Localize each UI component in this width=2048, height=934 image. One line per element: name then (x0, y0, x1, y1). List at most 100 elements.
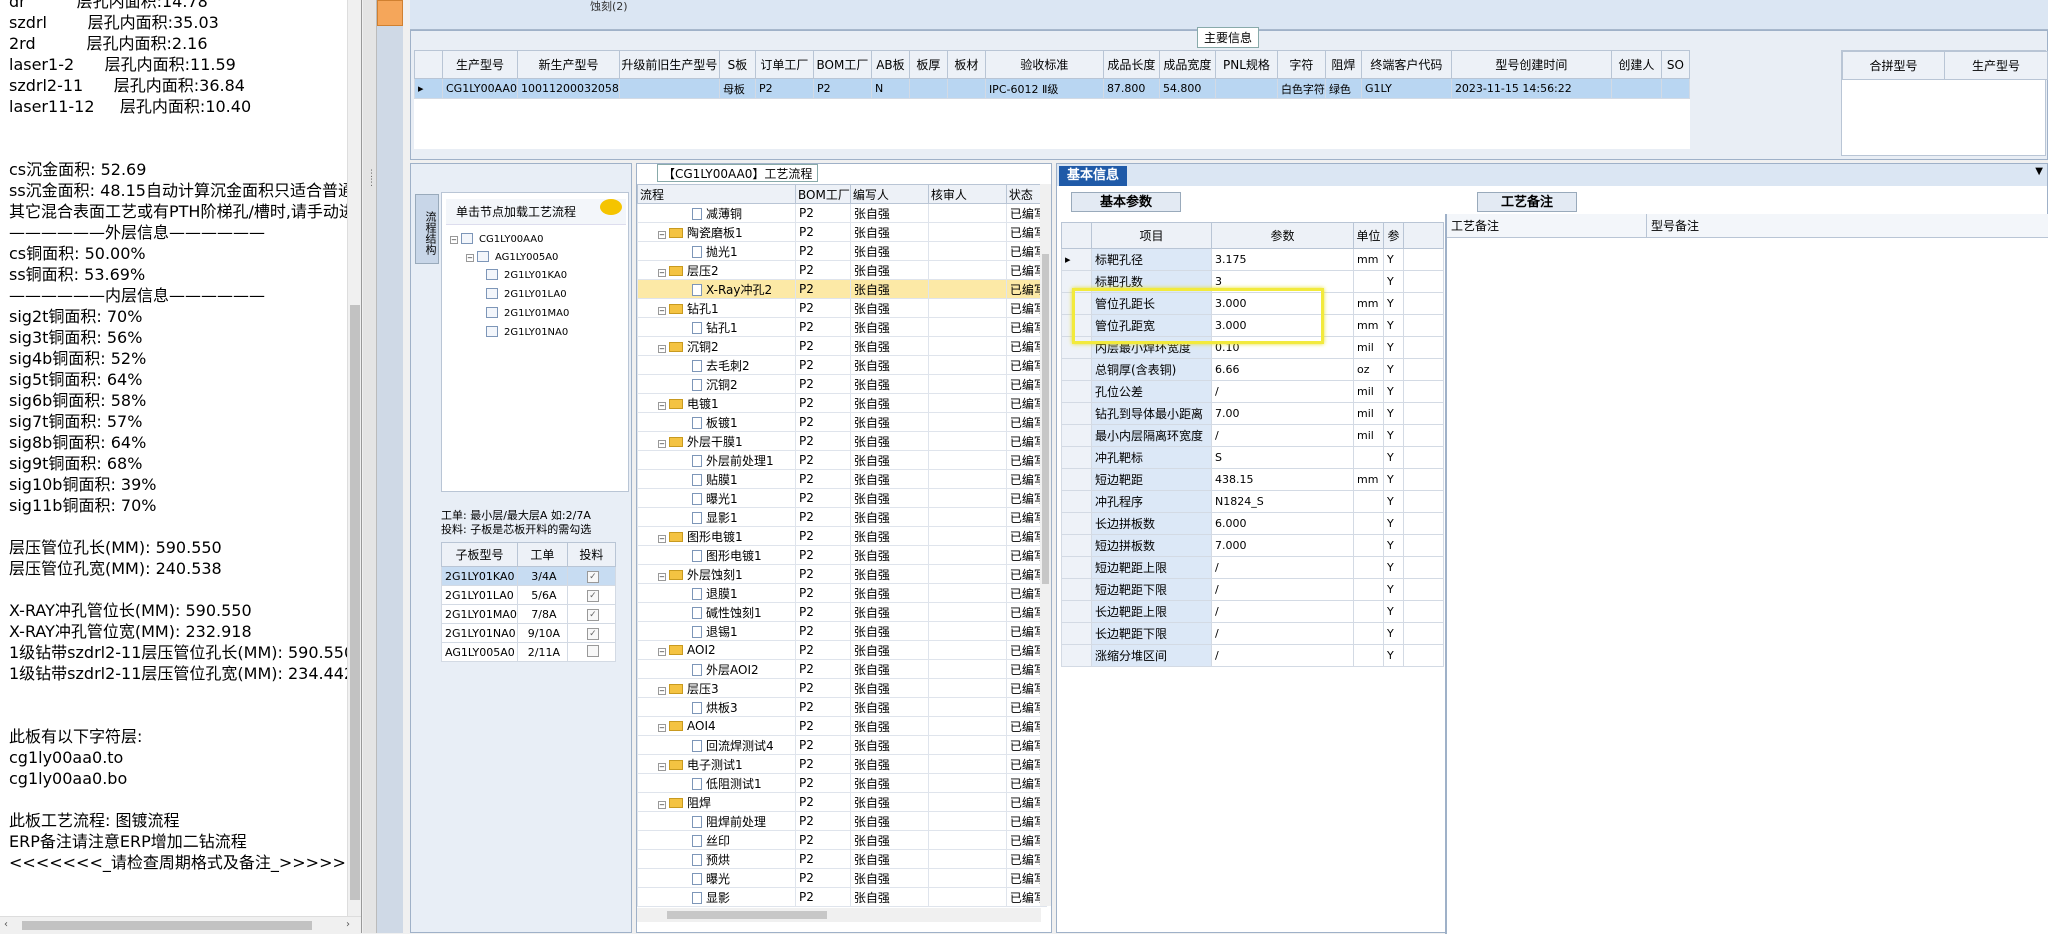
param-unit-cell[interactable] (1353, 556, 1384, 579)
process-step-cell[interactable]: − 阻焊 (637, 792, 796, 812)
table-row[interactable]: 预烘 P2 张自强 已编写 (637, 849, 1047, 869)
table-row[interactable]: X-Ray冲孔2 P2 张自强 已编写 (637, 279, 1047, 299)
row-indicator[interactable]: ▸ (1061, 248, 1092, 271)
structure-tree[interactable]: 单击节点加载工艺流程 − CG1LY00AA0 − AG1LY005A0 2G1LY… (441, 192, 629, 492)
param-item-cell[interactable]: 短边拼板数 (1091, 534, 1212, 557)
main-info-grid[interactable]: 生产型号 新生产型号 升级前旧生产型号 S板 订单工厂 BOM工厂 AB板 板厚 板材 验收标准成… (414, 50, 1690, 149)
bom-cell[interactable]: P2 (795, 222, 851, 242)
left-vertical-scrollbar[interactable] (347, 0, 361, 916)
author-cell[interactable]: 张自强 (849, 222, 929, 242)
param-unit-cell[interactable] (1353, 622, 1384, 645)
reviewer-cell[interactable] (927, 887, 1007, 907)
author-cell[interactable]: 张自强 (849, 431, 929, 451)
feed-checkbox-cell[interactable]: ✓ (566, 566, 616, 586)
process-flow-grid[interactable]: 流程 BOM工厂 编写人 核审人 状态 减薄铜 P2 张自强 已编写 − 陶瓷磨板1 P2 张自强 已编… (637, 184, 1047, 907)
main-col-header[interactable]: 型号创建时间 (1450, 50, 1612, 79)
param-item-cell[interactable]: 钻孔到导体最小距离 (1091, 402, 1212, 425)
col-process-note[interactable]: 工艺备注 (1447, 214, 1647, 238)
param-flag-cell[interactable]: Y (1383, 490, 1404, 513)
top-tab-label[interactable]: 蚀刻(2) (590, 0, 628, 14)
sub-order-cell[interactable]: 5/6A (516, 585, 568, 605)
reviewer-cell[interactable] (927, 773, 1007, 793)
bom-cell[interactable]: P2 (795, 431, 851, 451)
param-value-cell[interactable]: 438.15 (1211, 468, 1354, 491)
collapse-icon[interactable]: − (658, 230, 666, 239)
param-item-cell[interactable]: 长边拼板数 (1091, 512, 1212, 535)
table-row[interactable]: 外层前处理1 P2 张自强 已编写 (637, 450, 1047, 470)
sub-col-header[interactable]: 投料 (566, 542, 616, 567)
param-item-cell[interactable]: 标靶孔径 (1091, 248, 1212, 271)
process-step-cell[interactable]: − 陶瓷磨板1 (637, 222, 796, 242)
bom-cell[interactable]: P2 (795, 868, 851, 888)
process-step-cell[interactable]: − 外层蚀刻1 (637, 564, 796, 584)
main-cell[interactable]: 白色字符 (1276, 78, 1326, 99)
reviewer-cell[interactable] (927, 849, 1007, 869)
table-row[interactable]: 最小内层隔离环宽度 / mil Y (1061, 424, 1444, 447)
bom-cell[interactable]: P2 (795, 469, 851, 489)
table-row[interactable]: 退锡1 P2 张自强 已编写 (637, 621, 1047, 641)
row-indicator[interactable] (1061, 644, 1092, 667)
author-cell[interactable]: 张自强 (849, 811, 929, 831)
param-item-cell[interactable]: 长边靶距上限 (1091, 600, 1212, 623)
process-step-cell[interactable]: 预烘 (637, 849, 796, 869)
collapse-icon[interactable]: − (658, 534, 666, 543)
main-cell[interactable]: N (870, 78, 910, 99)
reviewer-cell[interactable] (927, 678, 1007, 698)
process-step-cell[interactable]: − 钻孔1 (637, 298, 796, 318)
author-cell[interactable]: 张自强 (849, 583, 929, 603)
param-col-header[interactable]: 参数 (1211, 222, 1354, 249)
table-row[interactable]: 烘板3 P2 张自强 已编写 (637, 697, 1047, 717)
process-step-cell[interactable]: 图形电镀1 (637, 545, 796, 565)
feed-checkbox-cell[interactable]: ✓ (566, 604, 616, 624)
author-cell[interactable]: 张自强 (849, 374, 929, 394)
param-col-header[interactable]: 项目 (1091, 222, 1212, 249)
param-flag-cell[interactable]: Y (1383, 248, 1404, 271)
table-row[interactable]: − 钻孔1 P2 张自强 已编写 (637, 298, 1047, 318)
reviewer-cell[interactable] (927, 374, 1007, 394)
tree-node-root[interactable]: − CG1LY00AA0 (450, 233, 544, 247)
param-unit-cell[interactable]: mil (1353, 402, 1384, 425)
bom-cell[interactable]: P2 (795, 583, 851, 603)
param-value-cell[interactable]: / (1211, 424, 1354, 447)
process-step-cell[interactable]: − 外层干膜1 (637, 431, 796, 451)
param-unit-cell[interactable] (1353, 446, 1384, 469)
main-col-header[interactable]: PNL规格 (1214, 50, 1278, 79)
structure-side-tab[interactable]: 流程结构 (415, 194, 439, 264)
process-step-cell[interactable]: 板镀1 (637, 412, 796, 432)
param-flag-cell[interactable]: Y (1383, 644, 1404, 667)
param-unit-cell[interactable]: mm (1353, 314, 1384, 337)
reviewer-cell[interactable] (927, 317, 1007, 337)
process-step-cell[interactable]: 曝光 (637, 868, 796, 888)
author-cell[interactable]: 张自强 (849, 393, 929, 413)
process-col-header[interactable]: 编写人 (849, 184, 929, 204)
author-cell[interactable]: 张自强 (849, 773, 929, 793)
main-cell[interactable]: 54.800 (1158, 78, 1216, 99)
process-step-cell[interactable]: 去毛刺2 (637, 355, 796, 375)
table-row[interactable]: 去毛刺2 P2 张自强 已编写 (637, 355, 1047, 375)
param-item-cell[interactable]: 孔位公差 (1091, 380, 1212, 403)
bom-cell[interactable]: P2 (795, 621, 851, 641)
author-cell[interactable]: 张自强 (849, 792, 929, 812)
collapse-icon[interactable]: − (658, 268, 666, 277)
sub-col-header[interactable]: 子板型号 (441, 542, 518, 567)
author-cell[interactable]: 张自强 (849, 621, 929, 641)
param-unit-cell[interactable] (1353, 578, 1384, 601)
main-cell[interactable]: CG1LY00AA0 (442, 78, 518, 99)
collapse-icon[interactable]: − (658, 724, 666, 732)
reviewer-cell[interactable] (927, 488, 1007, 508)
param-item-cell[interactable]: 最小内层隔离环宽度 (1091, 424, 1212, 447)
bom-cell[interactable]: P2 (795, 507, 851, 527)
main-col-header[interactable]: SO (1660, 50, 1690, 79)
row-indicator[interactable] (1061, 468, 1092, 491)
row-indicator[interactable] (1061, 380, 1092, 403)
bom-cell[interactable]: P2 (795, 355, 851, 375)
param-unit-cell[interactable]: mm (1353, 292, 1384, 315)
table-row[interactable]: AG1LY005A0 2/11A (441, 642, 616, 662)
param-item-cell[interactable]: 总铜厚(含表铜) (1091, 358, 1212, 381)
param-unit-cell[interactable]: mm (1353, 468, 1384, 491)
main-cell[interactable]: IPC-6012 Ⅱ级 (984, 78, 1104, 99)
param-value-cell[interactable]: 7.00 (1211, 402, 1354, 425)
bom-cell[interactable]: P2 (795, 792, 851, 812)
main-col-header[interactable]: 字符 (1276, 50, 1326, 79)
param-flag-cell[interactable]: Y (1383, 446, 1404, 469)
